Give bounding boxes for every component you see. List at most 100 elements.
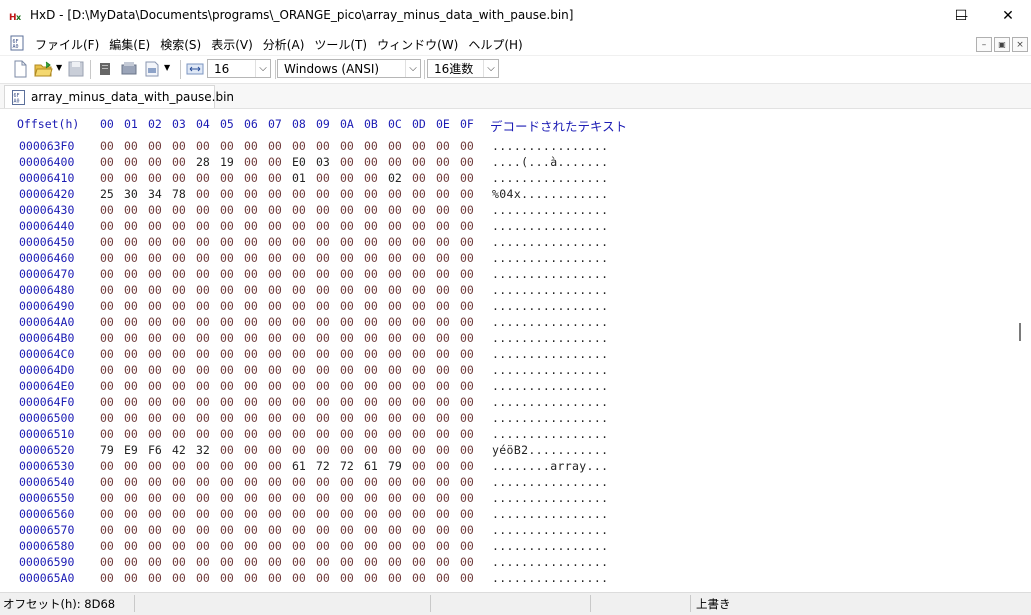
hex-byte[interactable]: 00 (220, 139, 240, 153)
hex-byte[interactable]: 00 (124, 331, 144, 345)
hex-byte[interactable]: 00 (268, 459, 288, 473)
hex-byte[interactable]: 00 (196, 459, 216, 473)
hex-byte[interactable]: 00 (364, 571, 384, 585)
hex-byte[interactable]: 00 (292, 523, 312, 537)
decoded-text[interactable]: ................ (492, 171, 608, 185)
hex-byte[interactable]: 00 (172, 219, 192, 233)
hex-byte[interactable]: 00 (292, 443, 312, 457)
hex-byte[interactable]: 00 (364, 347, 384, 361)
hex-byte[interactable]: 00 (412, 219, 432, 233)
memory-icon[interactable] (144, 60, 160, 78)
hex-byte[interactable]: 00 (388, 251, 408, 265)
hex-byte[interactable]: 00 (412, 235, 432, 249)
hex-byte[interactable]: 00 (388, 283, 408, 297)
hex-byte[interactable]: 00 (268, 507, 288, 521)
hex-byte[interactable]: 42 (172, 443, 192, 457)
hex-byte[interactable]: 00 (316, 539, 336, 553)
hex-byte[interactable]: 00 (412, 331, 432, 345)
hex-byte[interactable]: 00 (268, 267, 288, 281)
hex-byte[interactable]: 00 (100, 267, 120, 281)
decoded-text[interactable]: ................ (492, 347, 608, 361)
hex-byte[interactable]: 00 (412, 347, 432, 361)
hex-byte[interactable]: 00 (196, 571, 216, 585)
hex-byte[interactable]: 00 (412, 187, 432, 201)
hex-byte[interactable]: 00 (196, 539, 216, 553)
hex-byte[interactable]: 00 (340, 427, 360, 441)
hex-byte[interactable]: 00 (364, 139, 384, 153)
hex-byte[interactable]: 00 (148, 555, 168, 569)
hex-byte[interactable]: 00 (292, 187, 312, 201)
hex-byte[interactable]: 00 (364, 507, 384, 521)
offset-base-select[interactable]: 16進数 ⌵ (427, 59, 499, 78)
hex-byte[interactable]: 03 (316, 155, 336, 169)
hex-byte[interactable]: 00 (316, 219, 336, 233)
hex-byte[interactable]: 00 (244, 155, 264, 169)
decoded-text[interactable]: ................ (492, 539, 608, 553)
hex-byte[interactable]: 00 (412, 299, 432, 313)
hex-byte[interactable]: 00 (388, 539, 408, 553)
hex-byte[interactable]: 00 (196, 283, 216, 297)
hex-byte[interactable]: 00 (388, 427, 408, 441)
hex-byte[interactable]: 00 (292, 235, 312, 249)
hex-byte[interactable]: 00 (268, 155, 288, 169)
hex-byte[interactable]: 00 (316, 235, 336, 249)
sector-icon[interactable] (98, 60, 112, 78)
hex-byte[interactable]: 00 (196, 363, 216, 377)
hex-byte[interactable]: 00 (196, 299, 216, 313)
hex-byte[interactable]: 00 (172, 347, 192, 361)
hex-byte[interactable]: 00 (268, 251, 288, 265)
hex-byte[interactable]: 00 (124, 379, 144, 393)
hex-byte[interactable]: 00 (220, 555, 240, 569)
hex-byte[interactable]: 00 (316, 555, 336, 569)
hex-byte[interactable]: 00 (172, 427, 192, 441)
hex-byte[interactable]: 00 (196, 139, 216, 153)
hex-byte[interactable]: 00 (100, 363, 120, 377)
hex-byte[interactable]: 00 (196, 347, 216, 361)
hex-byte[interactable]: 00 (436, 475, 456, 489)
hex-byte[interactable]: 00 (292, 539, 312, 553)
hex-byte[interactable]: 00 (292, 379, 312, 393)
hex-byte[interactable]: 00 (220, 475, 240, 489)
hex-byte[interactable]: 00 (220, 267, 240, 281)
hex-byte[interactable]: 00 (340, 235, 360, 249)
hex-byte[interactable]: 00 (124, 411, 144, 425)
hex-byte[interactable]: 00 (340, 475, 360, 489)
hex-byte[interactable]: 00 (124, 347, 144, 361)
hex-byte[interactable]: 00 (220, 219, 240, 233)
hex-byte[interactable]: 72 (316, 459, 336, 473)
hex-byte[interactable]: 00 (268, 315, 288, 329)
vertical-scrollbar[interactable] (1018, 109, 1031, 591)
hex-byte[interactable]: 01 (292, 171, 312, 185)
hex-byte[interactable]: 00 (244, 203, 264, 217)
hex-byte[interactable]: 00 (316, 379, 336, 393)
hex-byte[interactable]: 00 (364, 363, 384, 377)
hex-byte[interactable]: 00 (388, 347, 408, 361)
hex-byte[interactable]: 00 (292, 267, 312, 281)
hex-byte[interactable]: 00 (268, 491, 288, 505)
hex-byte[interactable]: 00 (268, 283, 288, 297)
hex-byte[interactable]: 00 (388, 411, 408, 425)
hex-byte[interactable]: 00 (340, 251, 360, 265)
hex-byte[interactable]: 00 (292, 331, 312, 345)
hex-byte[interactable]: 00 (364, 235, 384, 249)
decoded-text[interactable]: %04x............ (492, 187, 608, 201)
hex-byte[interactable]: 00 (124, 571, 144, 585)
hex-byte[interactable]: 00 (460, 299, 480, 313)
hex-byte[interactable]: 00 (436, 187, 456, 201)
hex-byte[interactable]: 00 (388, 331, 408, 345)
hex-byte[interactable]: 00 (220, 491, 240, 505)
hex-byte[interactable]: 00 (244, 283, 264, 297)
hex-byte[interactable]: 00 (460, 251, 480, 265)
hex-byte[interactable]: 00 (436, 139, 456, 153)
new-file-icon[interactable] (12, 60, 28, 78)
hex-byte[interactable]: 00 (124, 539, 144, 553)
hex-byte[interactable]: 00 (124, 459, 144, 473)
hex-byte[interactable]: 00 (220, 379, 240, 393)
hex-byte[interactable]: 00 (316, 363, 336, 377)
hex-byte[interactable]: 00 (172, 539, 192, 553)
hex-byte[interactable]: 00 (436, 235, 456, 249)
hex-byte[interactable]: 00 (340, 203, 360, 217)
hex-byte[interactable]: 00 (460, 555, 480, 569)
hex-editor[interactable]: Offset(h) 00 01 02 03 04 05 06 07 08 09 0A 0B 0C 0D 0E… (0, 109, 1018, 591)
open-folder-icon[interactable] (34, 60, 54, 78)
